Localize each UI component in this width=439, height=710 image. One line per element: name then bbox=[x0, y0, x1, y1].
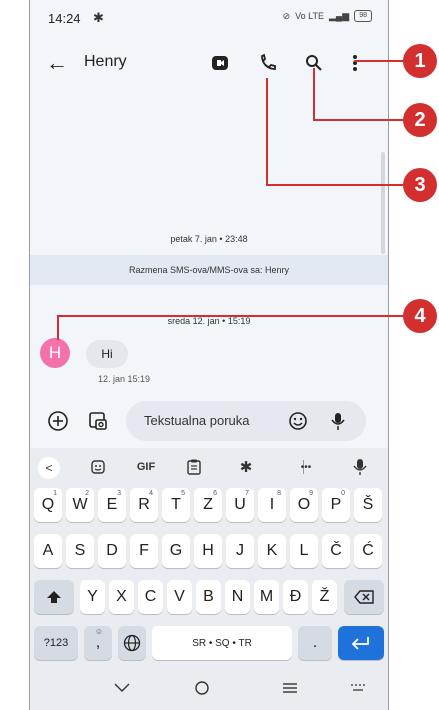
callout-3: 3 bbox=[403, 168, 437, 202]
callout-lines bbox=[57, 60, 404, 340]
callout-4: 4 bbox=[403, 299, 437, 333]
callout-1: 1 bbox=[403, 44, 437, 78]
callout-2: 2 bbox=[403, 103, 437, 137]
